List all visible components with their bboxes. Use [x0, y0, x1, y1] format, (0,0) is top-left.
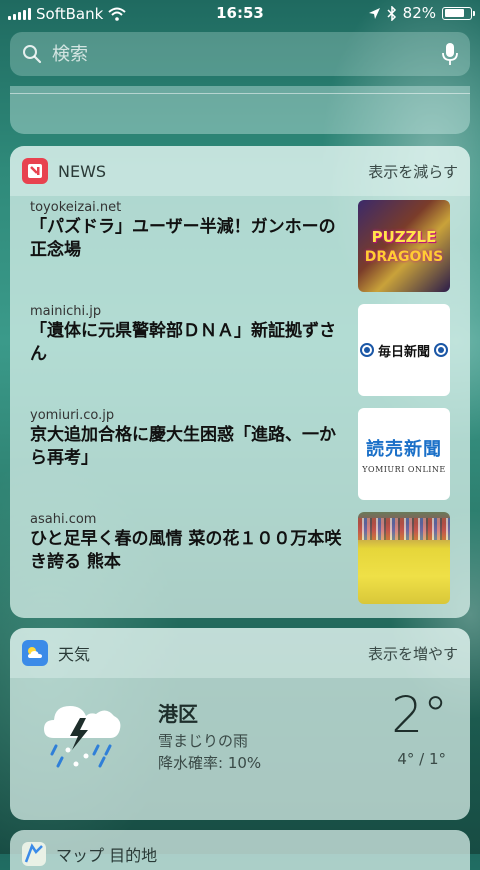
news-thumbnail: 毎日新聞 [358, 304, 450, 396]
battery-icon [442, 6, 475, 20]
news-app-icon [22, 158, 48, 184]
news-thumbnail: 読売新聞 YOMIURI ONLINE [358, 408, 450, 500]
news-headline: 「パズドラ」ユーザー半減！ガンホーの正念場 [30, 217, 336, 260]
news-headline: 京大追加合格に慶大生困惑「進路、一から再考」 [30, 425, 336, 468]
weather-app-icon [22, 640, 48, 666]
news-show-less-button[interactable]: 表示を減らす [368, 161, 458, 182]
search-bar[interactable] [10, 32, 470, 76]
news-item[interactable]: toyokeizai.net 「パズドラ」ユーザー半減！ガンホーの正念場 PUZ… [10, 196, 470, 300]
weather-widget: 天気 表示を増やす 港区 雪まじりの雨 降水確率: 10% 2° 4° / 1° [10, 628, 470, 820]
weather-show-more-button[interactable]: 表示を増やす [368, 643, 458, 664]
thumbnail-text: 読売新聞 [366, 438, 442, 460]
news-thumbnail: PUZZLE DRAGONS [358, 200, 450, 292]
maps-app-icon [22, 842, 46, 866]
sleet-cloud-icon [44, 706, 121, 768]
search-icon [23, 45, 42, 64]
microphone-icon[interactable] [442, 42, 458, 66]
thumbnail-text: DRAGONS [364, 248, 444, 265]
news-widget-header: NEWS 表示を減らす [10, 146, 470, 196]
weather-widget-header: 天気 表示を増やす [10, 628, 470, 678]
mainichi-logo-icon [359, 343, 374, 357]
weather-condition: 雪まじりの雨 [158, 732, 249, 750]
news-item[interactable]: mainichi.jp 「遺体に元県警幹部ＤＮＡ」新証拠ずさん 毎日新聞 [10, 300, 470, 404]
thumbnail-text: PUZZLE [371, 227, 437, 246]
rapeseed-field-photo [358, 512, 450, 604]
news-list: toyokeizai.net 「パズドラ」ユーザー半減！ガンホーの正念場 PUZ… [10, 196, 470, 612]
news-item[interactable]: yomiuri.co.jp 京大追加合格に慶大生困惑「進路、一から再考」 読売新… [10, 404, 470, 508]
bluetooth-icon [387, 5, 396, 21]
status-bar: SoftBank 16:53 82% [0, 0, 480, 28]
weather-temperature-range: 4° / 1° [397, 750, 446, 768]
mainichi-logo-icon [434, 343, 448, 357]
news-source: toyokeizai.net [30, 200, 122, 215]
weather-precipitation: 降水確率: 10% [158, 754, 262, 772]
location-arrow-icon [368, 7, 380, 19]
maps-widget-partial[interactable]: マップ 目的地 [10, 830, 470, 870]
thumbnail-text: YOMIURI ONLINE [362, 464, 446, 474]
news-headline: 「遺体に元県警幹部ＤＮＡ」新証拠ずさん [30, 321, 336, 364]
news-source: yomiuri.co.jp [30, 408, 115, 423]
news-widget: NEWS 表示を減らす toyokeizai.net 「パズドラ」ユーザー半減！… [10, 146, 470, 618]
weather-location: 港区 [158, 702, 198, 726]
news-source: mainichi.jp [30, 304, 102, 319]
news-item[interactable]: asahi.com ひと足早く春の風情 菜の花１００万本咲き誇る 熊本 [10, 508, 470, 612]
thumbnail-text: 毎日新聞 [377, 344, 430, 360]
news-thumbnail [358, 512, 450, 604]
weather-body[interactable]: 港区 雪まじりの雨 降水確率: 10% 2° 4° / 1° [10, 678, 470, 820]
previous-widget-partial[interactable] [10, 86, 470, 134]
news-widget-title: NEWS [58, 161, 107, 181]
news-headline: ひと足早く春の風情 菜の花１００万本咲き誇る 熊本 [30, 529, 342, 572]
search-input[interactable] [50, 42, 442, 66]
battery-percent: 82% [402, 4, 436, 22]
weather-widget-title: 天気 [58, 645, 91, 664]
maps-widget-title: マップ 目的地 [56, 846, 158, 865]
news-source: asahi.com [30, 512, 97, 527]
status-right-group: 82% [368, 4, 475, 22]
weather-temperature: 2° [391, 686, 448, 744]
